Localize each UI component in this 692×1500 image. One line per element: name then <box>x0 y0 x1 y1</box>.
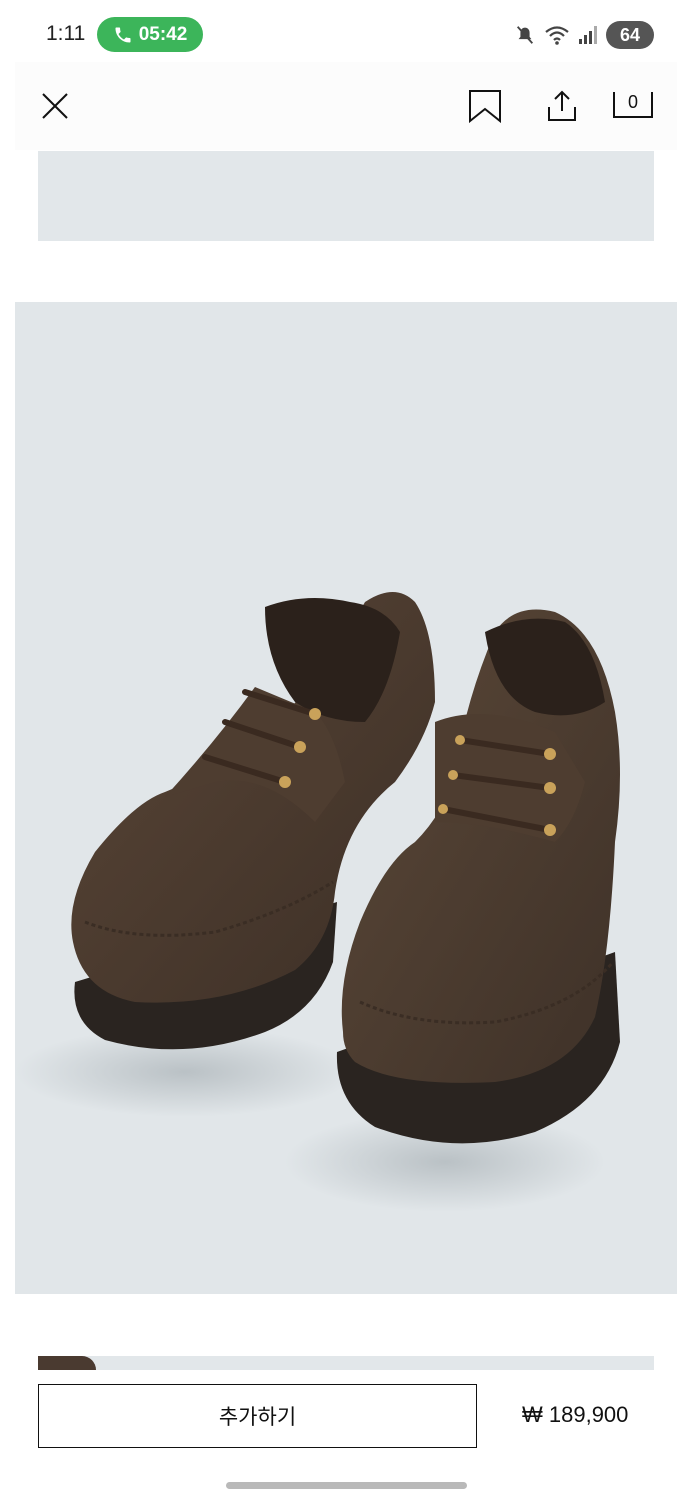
mute-icon <box>516 26 534 44</box>
battery-level: 64 <box>619 24 641 45</box>
battery-icon: 64 <box>606 21 654 49</box>
status-icons: 64 <box>514 21 654 49</box>
call-timer: 05:42 <box>138 23 188 45</box>
bookmark-icon <box>469 90 501 123</box>
home-indicator[interactable] <box>226 1482 467 1489</box>
share-icon <box>548 90 576 121</box>
add-to-bag-button[interactable]: 추가하기 <box>38 1384 477 1448</box>
bookmark-button[interactable] <box>467 88 503 124</box>
thumbnail-peek <box>38 1356 96 1370</box>
phone-icon <box>115 27 131 42</box>
ongoing-call-pill[interactable]: 05:42 <box>97 17 203 52</box>
product-image-thumbnail-top[interactable] <box>38 151 654 241</box>
product-image-thumbnail-bottom[interactable] <box>38 1356 654 1370</box>
bottom-action-bar: 추가하기 ₩ 189,900 <box>0 1370 692 1500</box>
status-time: 1:11 <box>46 22 86 45</box>
product-price: ₩ 189,900 <box>522 1402 629 1427</box>
shopping-bag-button[interactable]: 0 <box>613 88 653 124</box>
status-bar: 1:11 05:42 64 <box>0 0 692 70</box>
signal-icon <box>579 26 597 44</box>
share-button[interactable] <box>544 88 580 124</box>
shoes-illustration <box>15 592 620 1212</box>
bag-count: 0 <box>627 92 638 112</box>
close-icon <box>42 93 68 119</box>
product-image-main[interactable] <box>15 302 677 1294</box>
wifi-icon <box>545 26 569 45</box>
close-button[interactable] <box>37 88 73 124</box>
top-navigation: 0 <box>15 62 677 150</box>
